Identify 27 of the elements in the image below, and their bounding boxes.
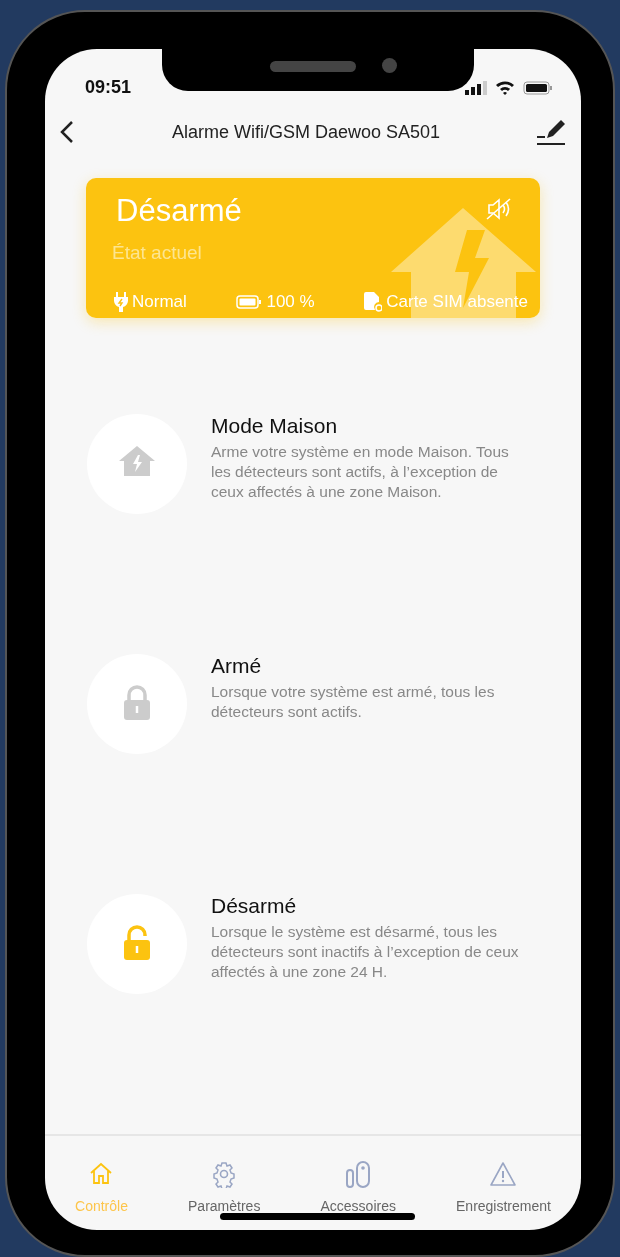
warning-icon	[490, 1161, 517, 1189]
battery-icon	[523, 80, 553, 95]
back-icon[interactable]	[59, 120, 75, 145]
edit-icon[interactable]	[537, 118, 567, 147]
wifi-icon	[495, 80, 515, 96]
status-time: 09:51	[85, 76, 132, 100]
mode-title: Mode Maison	[211, 413, 339, 440]
alarm-state: Désarmé	[116, 192, 243, 231]
settings-icon	[211, 1161, 238, 1189]
sensor-icon	[345, 1161, 372, 1189]
mode-title: Armé	[211, 653, 263, 680]
screen-title: Alarme Wifi/GSM Daewoo SA501	[171, 120, 441, 144]
tab[interactable]: Enregistrement	[456, 1161, 551, 1230]
mode-description: Lorsque votre système est armé, tous les détecteurs sont actifs.	[211, 681, 496, 723]
mode-title: Désarmé	[211, 893, 298, 920]
signal-icon	[465, 80, 487, 95]
front-camera	[382, 58, 397, 73]
tab[interactable]: Paramètres	[188, 1161, 261, 1230]
status-text: Normal	[132, 291, 187, 314]
state-caption: État actuel	[112, 240, 203, 265]
mode-description: Arme votre système en mode Maison. Tous les détecteurs sont actifs, à l’exception de ceux affectés à une zone Maison.	[211, 441, 510, 503]
mode-description: Lorsque le système est désarmé, tous les détecteurs sont inactifs à l’exception de ceux affectés à une zone 24 H.	[211, 921, 520, 983]
plug-icon	[114, 291, 128, 312]
sim-card-icon	[364, 291, 383, 312]
battery-icon	[236, 294, 263, 309]
tab[interactable]: Accessoires	[320, 1161, 396, 1230]
status-text: 100 %	[266, 291, 315, 314]
